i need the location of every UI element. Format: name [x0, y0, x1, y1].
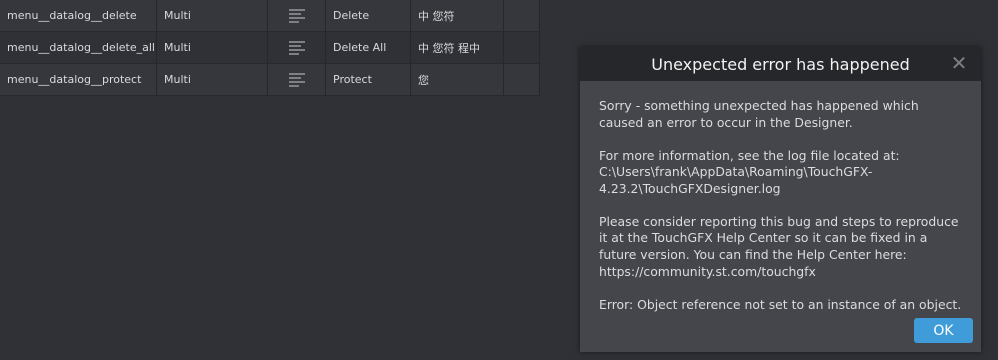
text-id-cell[interactable]: menu__datalog__delete [0, 0, 157, 31]
translation-cell[interactable]: Delete [326, 0, 411, 31]
alignment-cell[interactable] [268, 64, 326, 95]
dialog-title: Unexpected error has happened [651, 54, 910, 74]
translation-cell[interactable]: 中 您符 [411, 0, 504, 31]
align-left-icon [288, 8, 305, 23]
error-detail: Error: Object reference not set to an in… [599, 296, 962, 312]
close-icon[interactable]: ✕ [948, 51, 970, 75]
align-left-icon [288, 72, 305, 87]
text-id-cell[interactable]: menu__datalog__delete_all [0, 32, 157, 63]
typography-cell[interactable]: Multi [157, 32, 268, 63]
text-id-cell[interactable]: menu__datalog__protect [0, 64, 157, 95]
ok-button[interactable]: OK [914, 318, 973, 343]
translation-cell[interactable]: Delete All [326, 32, 411, 63]
empty-cell[interactable] [504, 64, 540, 95]
dialog-body: Sorry - something unexpected has happene… [580, 81, 981, 313]
log-file-info: For more information, see the log file l… [599, 147, 900, 196]
error-message: Sorry - something unexpected has happene… [599, 98, 919, 130]
alignment-cell[interactable] [268, 0, 326, 31]
typography-cell[interactable]: Multi [157, 64, 268, 95]
empty-cell[interactable] [504, 32, 540, 63]
help-center-info: Please consider reporting this bug and s… [599, 213, 959, 279]
error-dialog: Unexpected error has happened ✕ Sorry - … [580, 47, 981, 352]
translation-cell[interactable]: 中 您符 程中 [411, 32, 504, 63]
table-row[interactable]: menu__datalog__protect Multi Protect 您 [0, 64, 540, 96]
dialog-header: Unexpected error has happened ✕ [580, 47, 981, 81]
translation-cell[interactable]: Protect [326, 64, 411, 95]
alignment-cell[interactable] [268, 32, 326, 63]
typography-cell[interactable]: Multi [157, 0, 268, 31]
empty-cell[interactable] [504, 0, 540, 31]
table-row[interactable]: menu__datalog__delete_all Multi Delete A… [0, 32, 540, 64]
texts-table: menu__datalog__delete Multi Delete 中 您符 … [0, 0, 540, 96]
translation-cell[interactable]: 您 [411, 64, 504, 95]
table-row[interactable]: menu__datalog__delete Multi Delete 中 您符 [0, 0, 540, 32]
align-left-icon [288, 40, 305, 55]
